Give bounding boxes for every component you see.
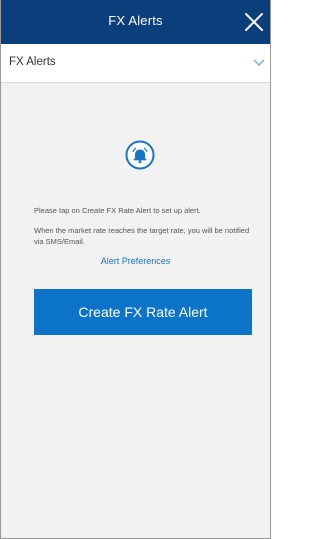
page-title: FX Alerts: [108, 13, 163, 28]
app-header: FX Alerts: [1, 0, 270, 44]
close-icon: [245, 13, 263, 31]
fx-alerts-screen: FX Alerts FX Alerts Please tap on Create…: [0, 0, 271, 539]
close-button[interactable]: [242, 10, 266, 34]
bell-alert-icon: [125, 140, 155, 170]
notification-info-text: When the market rate reaches the target …: [34, 226, 250, 246]
create-fx-rate-alert-button[interactable]: Create FX Rate Alert: [34, 289, 252, 335]
dropdown-selected-value: FX Alerts: [9, 56, 56, 68]
chevron-down-icon: [253, 59, 265, 66]
instruction-text: Please tap on Create FX Rate Alert to se…: [34, 206, 201, 215]
alert-preferences-link[interactable]: Alert Preferences: [1, 256, 270, 266]
alert-type-dropdown[interactable]: FX Alerts: [1, 44, 270, 83]
